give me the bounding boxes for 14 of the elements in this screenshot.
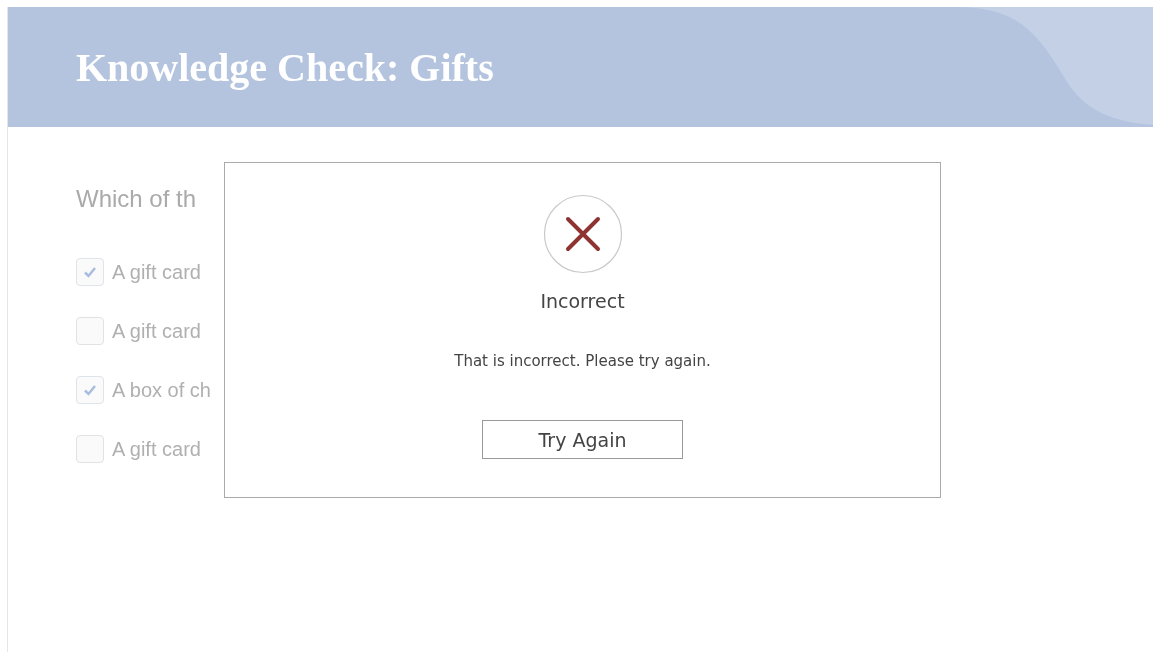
option-label: A gift card	[112, 437, 201, 461]
checkbox[interactable]	[76, 435, 104, 463]
question-text: Which of th	[76, 185, 198, 213]
error-x-icon	[542, 194, 623, 274]
dialog-message: That is incorrect. Please try again.	[454, 352, 711, 370]
try-again-button[interactable]: Try Again	[482, 420, 683, 459]
page-title: Knowledge Check: Gifts	[76, 43, 494, 91]
checkbox[interactable]	[76, 258, 104, 286]
checkbox[interactable]	[76, 376, 104, 404]
dialog-title: Incorrect	[540, 290, 625, 312]
option-label: A box of ch	[112, 378, 211, 402]
checkbox[interactable]	[76, 317, 104, 345]
option-label: A gift card	[112, 260, 201, 284]
option-label: A gift card	[112, 319, 201, 343]
